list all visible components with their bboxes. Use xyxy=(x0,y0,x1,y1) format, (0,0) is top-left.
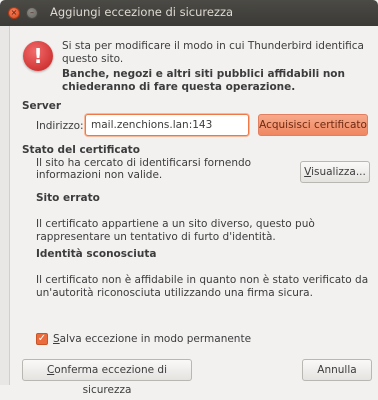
server-heading: Server xyxy=(22,100,62,112)
confirm-button-label: onferma eccezione di sicurezza xyxy=(54,364,168,396)
background-window-strip xyxy=(0,26,10,385)
title-bar: × – Aggiungi eccezione di sicurezza xyxy=(0,0,378,26)
certificate-status-line1: Il sito ha cercato di identificarsi forn… xyxy=(36,157,252,169)
window-title: Aggiungi eccezione di sicurezza xyxy=(50,5,234,19)
unknown-identity-line1: Il certificato non è affidabile in quant… xyxy=(36,274,369,286)
intro-text-line2: questo sito. xyxy=(62,53,124,65)
permanent-label-mnemonic: S xyxy=(53,333,60,345)
confirm-exception-button[interactable]: Conferma eccezione di sicurezza xyxy=(22,359,192,396)
permanent-exception-checkbox[interactable]: ✓ xyxy=(36,333,48,345)
close-icon: × xyxy=(10,8,18,17)
unknown-identity-heading: Identità sconosciuta xyxy=(36,248,157,260)
minimize-window-button[interactable]: – xyxy=(26,7,38,19)
certificate-status-line2: informazioni non valide. xyxy=(36,169,163,181)
address-input[interactable] xyxy=(85,114,249,136)
permanent-exception-label[interactable]: Salva eccezione in modo permanente xyxy=(53,333,251,345)
view-certificate-button[interactable]: Visualizza... xyxy=(300,161,370,183)
unknown-identity-line2: un'autorità riconosciuta utilizzando una… xyxy=(36,287,313,299)
wrong-site-heading: Sito errato xyxy=(36,192,100,204)
check-icon: ✓ xyxy=(37,333,47,344)
address-label: Indirizzo: xyxy=(36,120,84,132)
minimize-icon: – xyxy=(30,8,34,17)
certificate-status-heading: Stato del certificato xyxy=(22,144,140,156)
cancel-button[interactable]: Annulla xyxy=(302,359,372,381)
close-window-button[interactable]: × xyxy=(8,7,20,19)
intro-warning-line1: Banche, negozi e altri siti pubblici aff… xyxy=(62,68,345,80)
wrong-site-line1: Il certificato appartiene a un sito dive… xyxy=(36,218,315,230)
warning-icon: ! xyxy=(23,41,53,71)
intro-warning-line2: chiederanno di fare questa operazione. xyxy=(62,81,296,93)
intro-text-line1: Si sta per modificare il modo in cui Thu… xyxy=(62,40,364,52)
acquire-certificate-button[interactable]: Acquisisci certificato xyxy=(258,114,368,136)
wrong-site-line2: rappresentare un tentativo di furto d'id… xyxy=(36,231,276,243)
permanent-label-text: alva eccezione in modo permanente xyxy=(59,333,252,345)
view-button-label: isualizza... xyxy=(311,166,366,178)
